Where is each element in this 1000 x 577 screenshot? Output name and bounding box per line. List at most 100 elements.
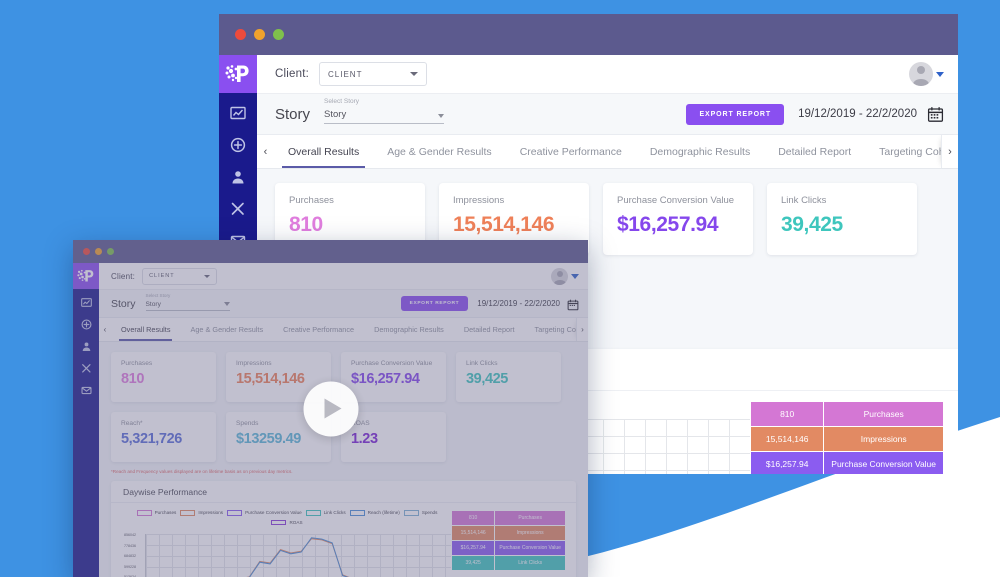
table-row: 15,514,146 Impressions [749, 426, 944, 452]
legend-label: Purchase Conversion Value [245, 510, 302, 516]
chart-legend: Purchases Impressions Purchase Conversion … [123, 510, 451, 525]
play-triangle [324, 398, 342, 419]
tab-targeting-cohort-table[interactable]: Targeting Cohort Table [525, 318, 576, 341]
tabs-bar: ‹ Overall Results Age & Gender Results Cre… [99, 318, 588, 342]
story-select[interactable]: Select Story Story [324, 98, 445, 124]
calendar-icon[interactable] [567, 298, 579, 310]
page-title: Story [111, 297, 136, 310]
brand-logo-icon[interactable] [219, 55, 257, 93]
legend-swatch [349, 510, 365, 516]
tab-overall-results[interactable]: Overall Results [111, 318, 180, 341]
table-cell-value: 810 [450, 510, 496, 526]
kpi-card: Link Clicks 39,425 [456, 352, 561, 402]
user-menu[interactable] [551, 267, 579, 285]
series-line [246, 538, 350, 577]
story-bar: Story Select Story Story EXPORT REPORT 1… [257, 94, 958, 135]
tab-creative-performance[interactable]: Creative Performance [506, 135, 636, 168]
chevron-down-icon [438, 113, 445, 118]
plus-circle-icon[interactable] [81, 319, 92, 330]
tabs-next-arrow[interactable]: › [576, 318, 588, 341]
calendar-icon[interactable] [927, 106, 944, 123]
tools-icon[interactable] [230, 201, 246, 217]
chevron-down-icon [410, 72, 418, 76]
tab-overall-results[interactable]: Overall Results [274, 135, 373, 168]
tools-icon[interactable] [81, 363, 92, 374]
chart-card-header: Daywise Performance [111, 481, 576, 503]
legend-item: Link Clicks [305, 510, 346, 516]
daywise-performance-card: Daywise Performance Purchases Impressions… [111, 481, 576, 577]
legend-item: Reach (lifetime) [349, 510, 400, 516]
story-select[interactable]: Select Story Story [145, 293, 230, 311]
kpi-label: Purchases [289, 195, 334, 206]
table-cell-value: 810 [749, 401, 825, 427]
tab-demographic-results[interactable]: Demographic Results [364, 318, 454, 341]
export-report-button[interactable]: EXPORT REPORT [400, 296, 469, 311]
tab-targeting-cohort-table[interactable]: Targeting Cohort Table [865, 135, 941, 168]
legend-label: ROAS [289, 519, 303, 525]
page-title: Story [275, 105, 311, 123]
window-close-dot[interactable] [83, 248, 90, 255]
kpi-label: ROAS [351, 420, 370, 427]
tab-creative-performance[interactable]: Creative Performance [273, 318, 364, 341]
chevron-down-icon [204, 274, 211, 278]
person-icon[interactable] [230, 169, 246, 185]
date-range-label: 19/12/2019 - 22/2/2020 [798, 108, 917, 120]
table-cell-value: 39,425 [450, 555, 496, 571]
tabs-prev-arrow[interactable]: ‹ [99, 318, 111, 341]
table-cell-metric: Purchases [494, 510, 566, 526]
table-row: $16,257.94 Purchase Conversion Value [749, 451, 944, 474]
client-select-value: CLIENT [328, 69, 363, 79]
chart-summary-table: 810 Purchases 15,514,146 Impressions $16,257… [450, 510, 576, 577]
tabs-list: Overall Results Age & Gender Results Creat… [111, 318, 576, 341]
analytics-chart-icon[interactable] [230, 105, 246, 121]
table-cell-metric: Impressions [494, 525, 566, 541]
dashboard-window-front[interactable]: Client: CLIENT Story Select Story Story [73, 240, 588, 577]
user-menu[interactable] [909, 62, 944, 86]
tab-demographic-results[interactable]: Demographic Results [636, 135, 764, 168]
kpi-label: Link Clicks [781, 195, 827, 206]
legend-swatch [305, 510, 321, 516]
table-cell-metric: Purchase Conversion Value [823, 451, 944, 474]
plus-circle-icon[interactable] [230, 137, 246, 153]
kpi-label: Purchase Conversion Value [617, 195, 735, 206]
kpi-value: 1.23 [351, 431, 378, 447]
chart-plot: 856042778436684832599228513624 [124, 533, 451, 577]
chevron-down-icon [223, 301, 230, 306]
results-panel: Purchases 810 Impressions 15,514,146 Purchas… [99, 342, 588, 577]
chart-series-lines [246, 537, 350, 577]
window-maximize-dot[interactable] [107, 248, 114, 255]
window-titlebar [73, 240, 588, 263]
client-select-value: CLIENT [149, 273, 175, 279]
table-row: 39,425 Link Clicks [450, 555, 566, 571]
table-cell-value: $16,257.94 [749, 451, 825, 474]
tabs-prev-arrow[interactable]: ‹ [257, 135, 274, 168]
legend-item: Purchases [136, 510, 176, 516]
analytics-chart-icon[interactable] [80, 297, 92, 308]
export-report-button[interactable]: EXPORT REPORT [686, 103, 785, 125]
client-select[interactable]: CLIENT [319, 62, 427, 86]
client-select[interactable]: CLIENT [142, 267, 218, 285]
person-icon[interactable] [81, 341, 92, 352]
tab-age-gender-results[interactable]: Age & Gender Results [373, 135, 505, 168]
brand-logo-icon[interactable] [73, 263, 99, 289]
window-close-dot[interactable] [235, 29, 246, 40]
kpi-label: Purchases [121, 360, 153, 367]
sidebar [73, 263, 99, 577]
legend-swatch [271, 519, 287, 525]
kpi-value: $16,257.94 [351, 371, 420, 387]
window-minimize-dot[interactable] [95, 248, 102, 255]
envelope-icon[interactable] [80, 385, 92, 396]
kpi-value: 15,514,146 [453, 213, 555, 236]
tab-detailed-report[interactable]: Detailed Report [454, 318, 525, 341]
legend-item: Spends [403, 510, 437, 516]
legend-label: Impressions [198, 510, 224, 516]
play-icon[interactable] [303, 381, 358, 436]
tab-detailed-report[interactable]: Detailed Report [764, 135, 865, 168]
window-maximize-dot[interactable] [273, 29, 284, 40]
table-cell-value: 15,514,146 [450, 525, 496, 541]
tab-age-gender-results[interactable]: Age & Gender Results [180, 318, 273, 341]
topbar: Client: CLIENT [257, 55, 958, 94]
tabs-next-arrow[interactable]: › [941, 135, 958, 168]
kpi-value: 39,425 [781, 213, 843, 236]
window-minimize-dot[interactable] [254, 29, 265, 40]
